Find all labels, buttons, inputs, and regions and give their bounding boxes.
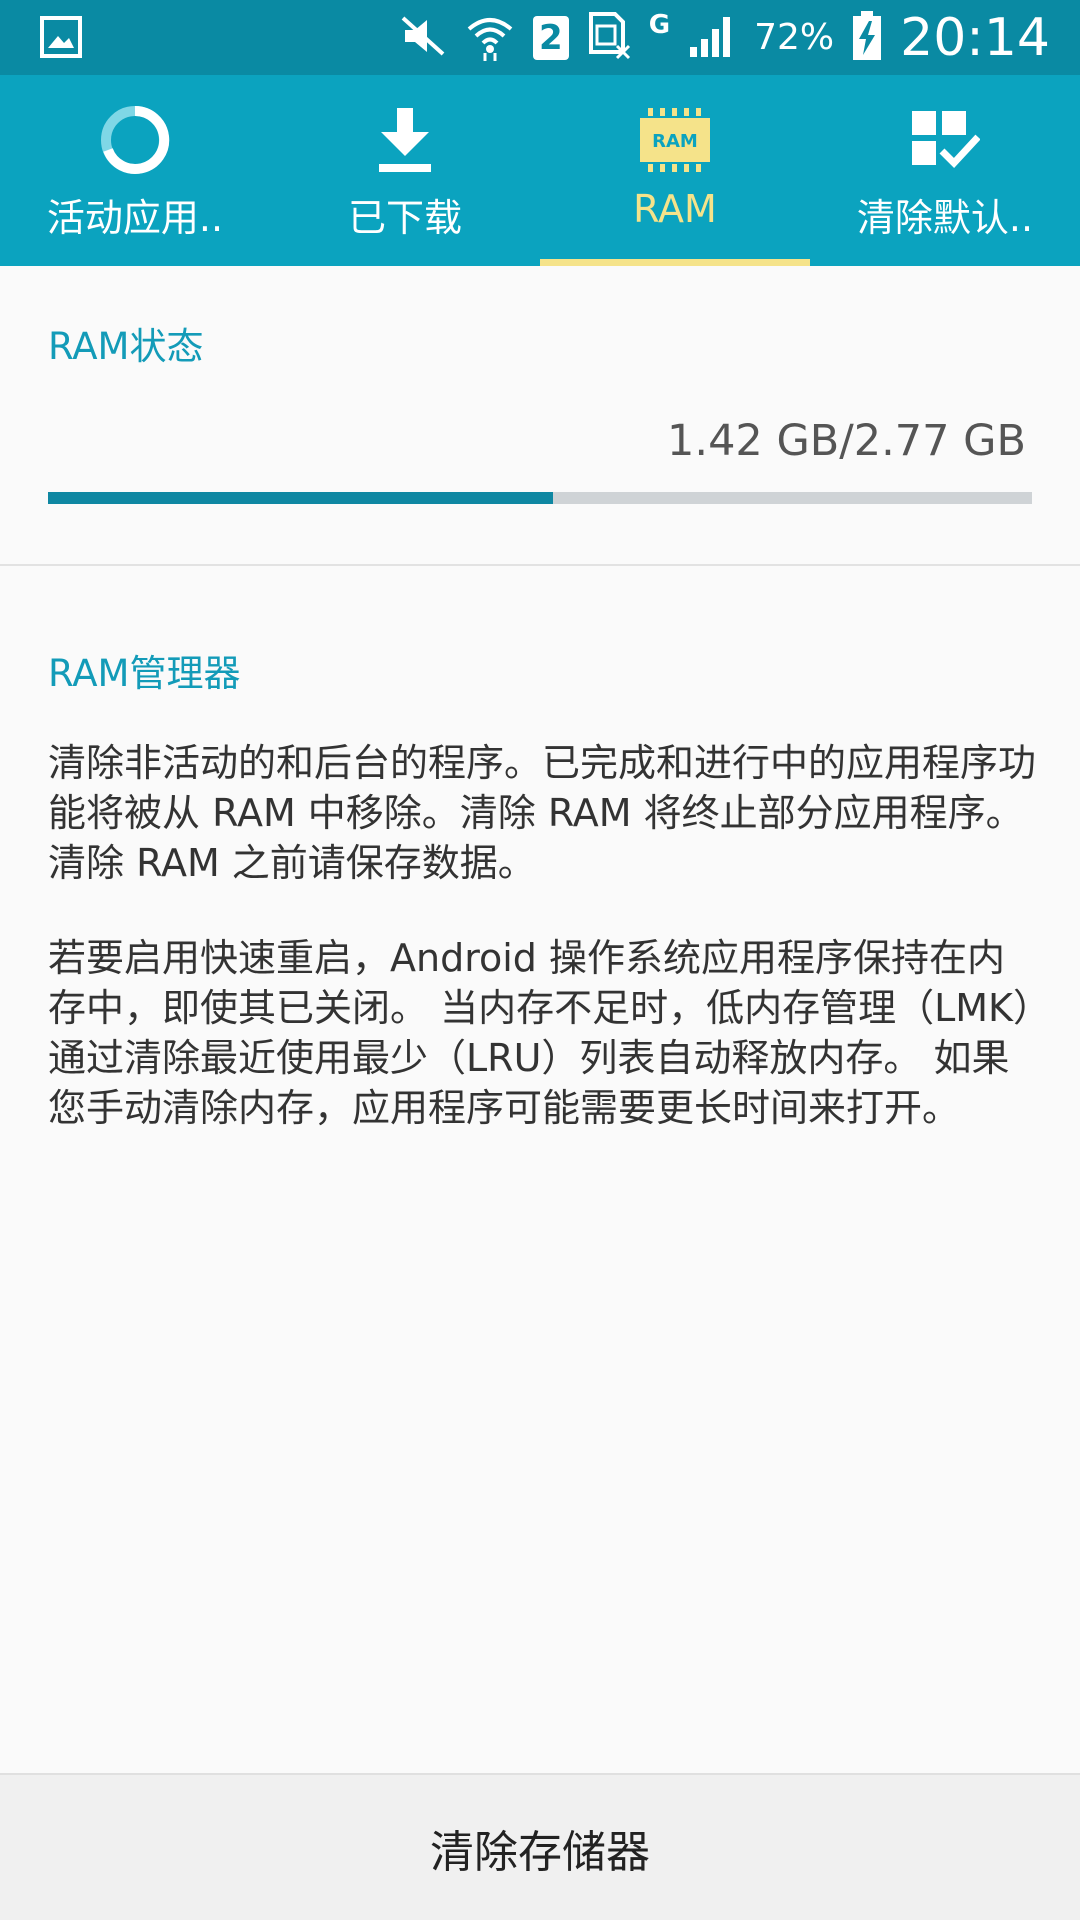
- battery-charging-icon: [852, 10, 882, 65]
- svg-text:RAM: RAM: [652, 131, 698, 152]
- mute-icon: [399, 14, 447, 62]
- active-tab-indicator: [540, 259, 810, 266]
- tab-active-apps[interactable]: 活动应用..: [0, 75, 270, 266]
- network-type-label: G: [648, 10, 671, 40]
- section-divider: [0, 564, 1080, 566]
- ram-chip-icon: RAM: [640, 105, 710, 175]
- ram-manager-description: 清除非活动的和后台的程序。已完成和进行中的应用程序功能将被从 RAM 中移除。清…: [48, 741, 1037, 885]
- ram-usage-bar: [48, 492, 1032, 504]
- wifi-icon: [465, 11, 515, 65]
- sim-2-icon: 2: [532, 15, 569, 60]
- signal-icon: [688, 13, 736, 63]
- download-icon: [375, 105, 435, 175]
- clock: 20:14: [900, 7, 1050, 68]
- tab-label: 清除默认..: [856, 196, 1034, 240]
- ram-usage-bar-fill: [48, 492, 553, 504]
- tab-clear-defaults[interactable]: 清除默认..: [810, 75, 1080, 266]
- ram-status-section: RAM状态 1.42 GB/2.77 GB: [0, 266, 1080, 564]
- tab-bar: 活动应用.. 已下载 RAM RAM 清除默认..: [0, 75, 1080, 266]
- tab-downloaded[interactable]: 已下载: [270, 75, 540, 266]
- clear-memory-button[interactable]: 清除存储器: [0, 1773, 1080, 1920]
- ram-usage-text: 1.42 GB/2.77 GB: [667, 416, 1026, 466]
- progress-ring-icon: [99, 105, 171, 175]
- tab-label: 已下载: [347, 196, 462, 240]
- status-bar: 2 G 72% 20:14: [0, 0, 1080, 75]
- battery-percent: 72%: [754, 17, 835, 58]
- no-sim-icon: [587, 11, 631, 64]
- ram-status-title: RAM状态: [48, 325, 204, 368]
- ram-manager-title: RAM管理器: [48, 652, 241, 695]
- clear-defaults-icon: [910, 105, 980, 175]
- gallery-notification-icon: [40, 16, 82, 62]
- tab-label: RAM: [633, 187, 717, 231]
- ram-manager-lmk-note: 若要启用快速重启，Android 操作系统应用程序保持在内存中，即使其已关闭。 …: [48, 936, 1032, 1130]
- tab-ram[interactable]: RAM RAM: [540, 75, 810, 266]
- tab-label: 活动应用..: [46, 196, 224, 240]
